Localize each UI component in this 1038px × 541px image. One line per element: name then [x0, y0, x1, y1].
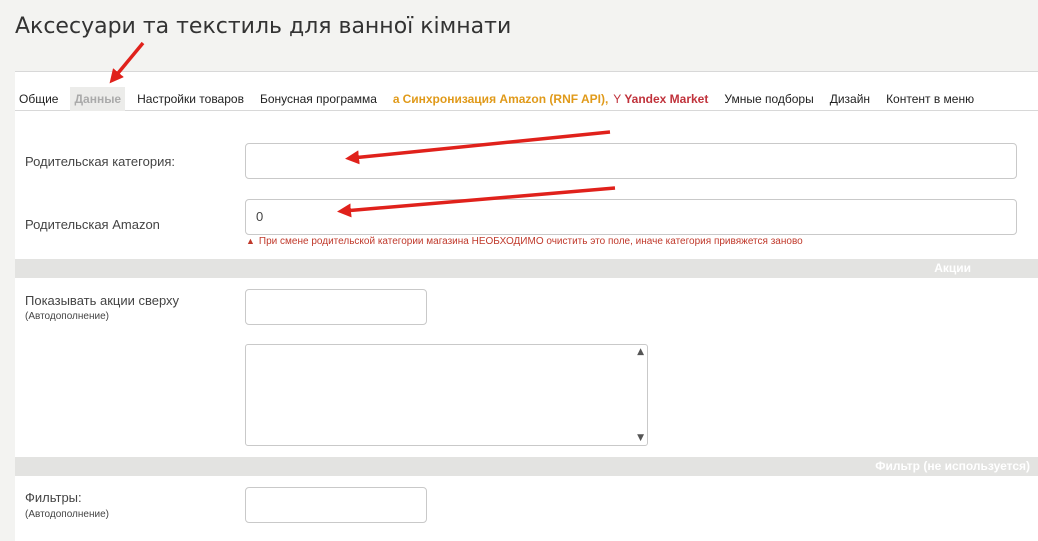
parent-amazon-input[interactable]: 0 — [245, 199, 1017, 235]
tab-data[interactable]: Данные — [70, 86, 126, 111]
parent-category-input[interactable] — [245, 143, 1017, 179]
promos-list-textarea[interactable]: ▲ ▼ — [245, 344, 648, 446]
tab-amazon-yandex-sync[interactable]: a Синхронизация Amazon (RNF API), Y Yandex … — [389, 87, 712, 111]
tab-menu-content[interactable]: Контент в меню — [882, 87, 978, 111]
parent-amazon-warning: ▲ При смене родительской категории магази… — [246, 236, 803, 247]
section-promos: Акции — [15, 259, 1038, 278]
promos-top-label: Показывать акции сверху — [25, 293, 180, 308]
page-title: Аксесуари та текстиль для ванної кімнати — [15, 14, 512, 39]
tab-design[interactable]: Дизайн — [826, 87, 874, 111]
edit-panel: Общие Данные Настройки товаров Бонусная … — [15, 71, 1038, 541]
tab-general[interactable]: Общие — [15, 87, 62, 111]
tab-amazon-label: Синхронизация Amazon (RNF API), — [402, 91, 609, 106]
parent-category-label: Родительская категория: — [25, 154, 175, 169]
filters-sublabel: (Автодополнение) — [25, 509, 109, 520]
tab-bar: Общие Данные Настройки товаров Бонусная … — [15, 86, 1038, 111]
scroll-up-icon[interactable]: ▲ — [637, 347, 644, 357]
section-filter: Фильтр (не используется) — [15, 457, 1038, 476]
amazon-icon: a — [392, 91, 400, 106]
yandex-icon: Y — [613, 91, 622, 106]
promos-top-input[interactable] — [245, 289, 427, 325]
promos-top-sublabel: (Автодополнение) — [25, 311, 109, 322]
tab-smart-selection[interactable]: Умные подборы — [720, 87, 817, 111]
filters-label: Фильтры: — [25, 490, 82, 505]
scroll-down-icon[interactable]: ▼ — [637, 433, 644, 443]
warning-icon: ▲ — [246, 236, 255, 246]
tab-product-settings[interactable]: Настройки товаров — [133, 87, 248, 111]
tab-bonus-program[interactable]: Бонусная программа — [256, 87, 381, 111]
parent-amazon-label: Родительская Amazon — [25, 217, 160, 232]
warning-text: При смене родительской категории магазин… — [258, 236, 803, 247]
tab-yandex-label: Yandex Market — [624, 91, 709, 106]
filters-input[interactable] — [245, 487, 427, 523]
